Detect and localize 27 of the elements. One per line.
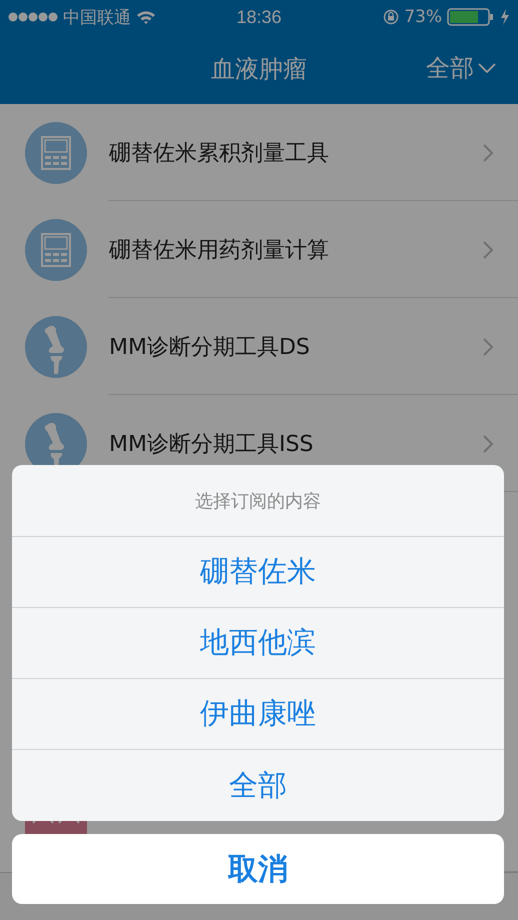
sheet-option[interactable]: 全部 [12,750,504,821]
knee-bone-icon [25,316,87,378]
chevron-right-icon [483,434,493,452]
chevron-right-icon [483,338,493,356]
calculator-icon [25,218,87,280]
rotation-lock-icon [383,9,400,25]
sheet-option[interactable]: 地西他滨 [12,608,504,679]
list-item[interactable]: 硼替佐米累积剂量工具 [0,104,518,201]
list-item[interactable]: 硼替佐米用药剂量计算 [0,201,518,298]
battery-percent: 73% [404,7,442,27]
status-time: 18:36 [236,6,282,28]
chevron-right-icon [483,240,493,258]
wifi-icon [136,10,156,24]
chevron-down-icon [478,63,496,73]
signal-icon [8,12,58,22]
sheet-option[interactable]: 伊曲康唑 [12,679,504,750]
cancel-button[interactable]: 取消 [12,834,504,904]
chevron-right-icon [483,144,493,162]
charging-bolt-icon [500,9,510,25]
battery-icon [446,8,495,26]
sheet-title: 选择订阅的内容 [12,465,504,537]
calculator-icon [25,122,87,184]
filter-dropdown[interactable]: 全部 [426,52,496,84]
carrier-name: 中国联通 [63,6,131,28]
sheet-option[interactable]: 硼替佐米 [12,537,504,608]
nav-title: 血液肿瘤 [211,54,307,85]
list-item[interactable]: MM诊断分期工具DS [0,298,518,395]
